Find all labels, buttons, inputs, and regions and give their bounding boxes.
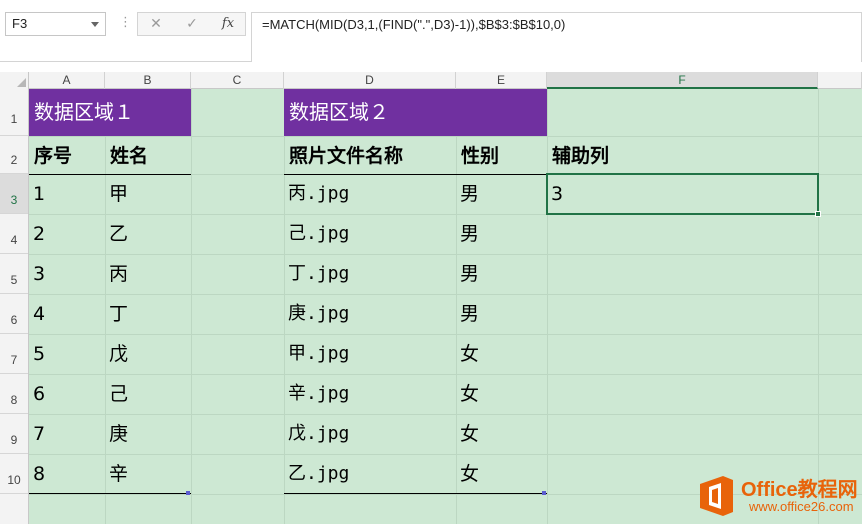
table-border — [284, 493, 547, 494]
cancel-icon[interactable]: ✕ — [144, 13, 168, 35]
gridline — [29, 454, 862, 455]
table-resize-handle[interactable] — [186, 491, 190, 495]
table-border — [29, 493, 191, 494]
select-all-corner[interactable] — [0, 72, 29, 89]
cell-no[interactable]: 3 — [29, 254, 45, 294]
row-header-5[interactable]: 5 — [0, 254, 28, 294]
cell-name[interactable]: 丙 — [105, 254, 128, 294]
cell-name[interactable]: 甲 — [105, 174, 128, 214]
header-cell-serial[interactable]: 序号 — [29, 136, 105, 174]
cell-no[interactable]: 1 — [29, 174, 45, 214]
gridline — [29, 414, 862, 415]
name-box-value: F3 — [12, 16, 28, 31]
insert-function-icon[interactable]: fx — [216, 13, 240, 35]
gridline — [29, 254, 862, 255]
row-header-8[interactable]: 8 — [0, 374, 28, 414]
cell-no[interactable]: 6 — [29, 374, 45, 414]
cell-file[interactable]: 丙.jpg — [284, 174, 349, 214]
gridline — [29, 294, 862, 295]
column-header-c[interactable]: C — [191, 72, 284, 89]
cell-gender[interactable]: 女 — [456, 414, 479, 454]
header-cell-gender[interactable]: 性别 — [456, 136, 547, 174]
selected-cell-f3[interactable] — [546, 173, 819, 215]
cell-file[interactable]: 乙.jpg — [284, 454, 349, 494]
table-resize-handle[interactable] — [542, 491, 546, 495]
more-options-icon: ⋮ — [119, 15, 132, 30]
column-header-a[interactable]: A — [29, 72, 105, 89]
row-header-9[interactable]: 9 — [0, 414, 28, 454]
row-header-4[interactable]: 4 — [0, 214, 28, 254]
cell-gender[interactable]: 男 — [456, 174, 479, 214]
formula-input[interactable]: =MATCH(MID(D3,1,(FIND(".",D3)-1)),$B$3:$… — [251, 12, 862, 62]
formula-bar: F3 ⋮ ✕ ✓ fx =MATCH(MID(D3,1,(FIND(".",D3… — [0, 0, 862, 62]
cell-file[interactable]: 甲.jpg — [284, 334, 349, 374]
row-header-6[interactable]: 6 — [0, 294, 28, 334]
cell-no[interactable]: 7 — [29, 414, 45, 454]
cell-no[interactable]: 2 — [29, 214, 45, 254]
cell-gender[interactable]: 女 — [456, 334, 479, 374]
table-border — [29, 174, 191, 175]
cell-gender[interactable]: 男 — [456, 214, 479, 254]
cell-name[interactable]: 丁 — [105, 294, 128, 334]
formula-buttons: ✕ ✓ fx — [137, 12, 246, 36]
name-box[interactable]: F3 — [5, 12, 106, 36]
table-border — [284, 174, 547, 175]
chevron-down-icon[interactable] — [91, 22, 99, 27]
cell-no[interactable]: 5 — [29, 334, 45, 374]
cell-name[interactable]: 辛 — [105, 454, 128, 494]
row-header-7[interactable]: 7 — [0, 334, 28, 374]
gridline — [191, 89, 192, 524]
watermark-url: www.office26.com — [749, 499, 854, 514]
select-all-icon — [17, 78, 26, 87]
cell-gender[interactable]: 女 — [456, 454, 479, 494]
cell-name[interactable]: 乙 — [105, 214, 128, 254]
column-headers: A B C D E F — [0, 72, 862, 89]
cell-file[interactable]: 庚.jpg — [284, 294, 349, 334]
cell-name[interactable]: 己 — [105, 374, 128, 414]
row-header-1[interactable]: 1 — [0, 89, 28, 136]
row-header-10[interactable]: 10 — [0, 454, 28, 494]
gridline — [29, 374, 862, 375]
column-header-g[interactable] — [818, 72, 862, 89]
enter-icon[interactable]: ✓ — [180, 13, 204, 35]
region2-title[interactable]: 数据区域２ — [284, 89, 547, 136]
header-cell-helper[interactable]: 辅助列 — [547, 136, 818, 174]
header-cell-photo-file[interactable]: 照片文件名称 — [284, 136, 456, 174]
watermark-title: Office教程网 — [741, 479, 858, 501]
cell-no[interactable]: 8 — [29, 454, 45, 494]
fill-handle[interactable] — [815, 211, 821, 217]
column-header-e[interactable]: E — [456, 72, 547, 89]
row-header-2[interactable]: 2 — [0, 136, 28, 174]
watermark: Office教程网 www.office26.com — [697, 473, 858, 523]
region1-title[interactable]: 数据区域１ — [29, 89, 191, 136]
cell-gender[interactable]: 女 — [456, 374, 479, 414]
gridline — [29, 334, 862, 335]
cell-file[interactable]: 己.jpg — [284, 214, 349, 254]
spreadsheet-grid[interactable]: A B C D E F 1 2 3 4 5 6 7 8 9 10 数据区域１ 数… — [0, 72, 862, 524]
cell-name[interactable]: 庚 — [105, 414, 128, 454]
office-logo-icon — [700, 476, 733, 516]
cell-name[interactable]: 戊 — [105, 334, 128, 374]
cell-file[interactable]: 辛.jpg — [284, 374, 349, 414]
cell-gender[interactable]: 男 — [456, 294, 479, 334]
column-header-d[interactable]: D — [284, 72, 456, 89]
gridline — [818, 89, 819, 524]
cell-gender[interactable]: 男 — [456, 254, 479, 294]
cell-no[interactable]: 4 — [29, 294, 45, 334]
cell-file[interactable]: 丁.jpg — [284, 254, 349, 294]
row-headers: 1 2 3 4 5 6 7 8 9 10 — [0, 89, 29, 524]
cell-file[interactable]: 戊.jpg — [284, 414, 349, 454]
header-cell-name[interactable]: 姓名 — [105, 136, 191, 174]
column-header-f[interactable]: F — [547, 72, 818, 89]
column-header-b[interactable]: B — [105, 72, 191, 89]
row-header-3[interactable]: 3 — [0, 174, 28, 214]
